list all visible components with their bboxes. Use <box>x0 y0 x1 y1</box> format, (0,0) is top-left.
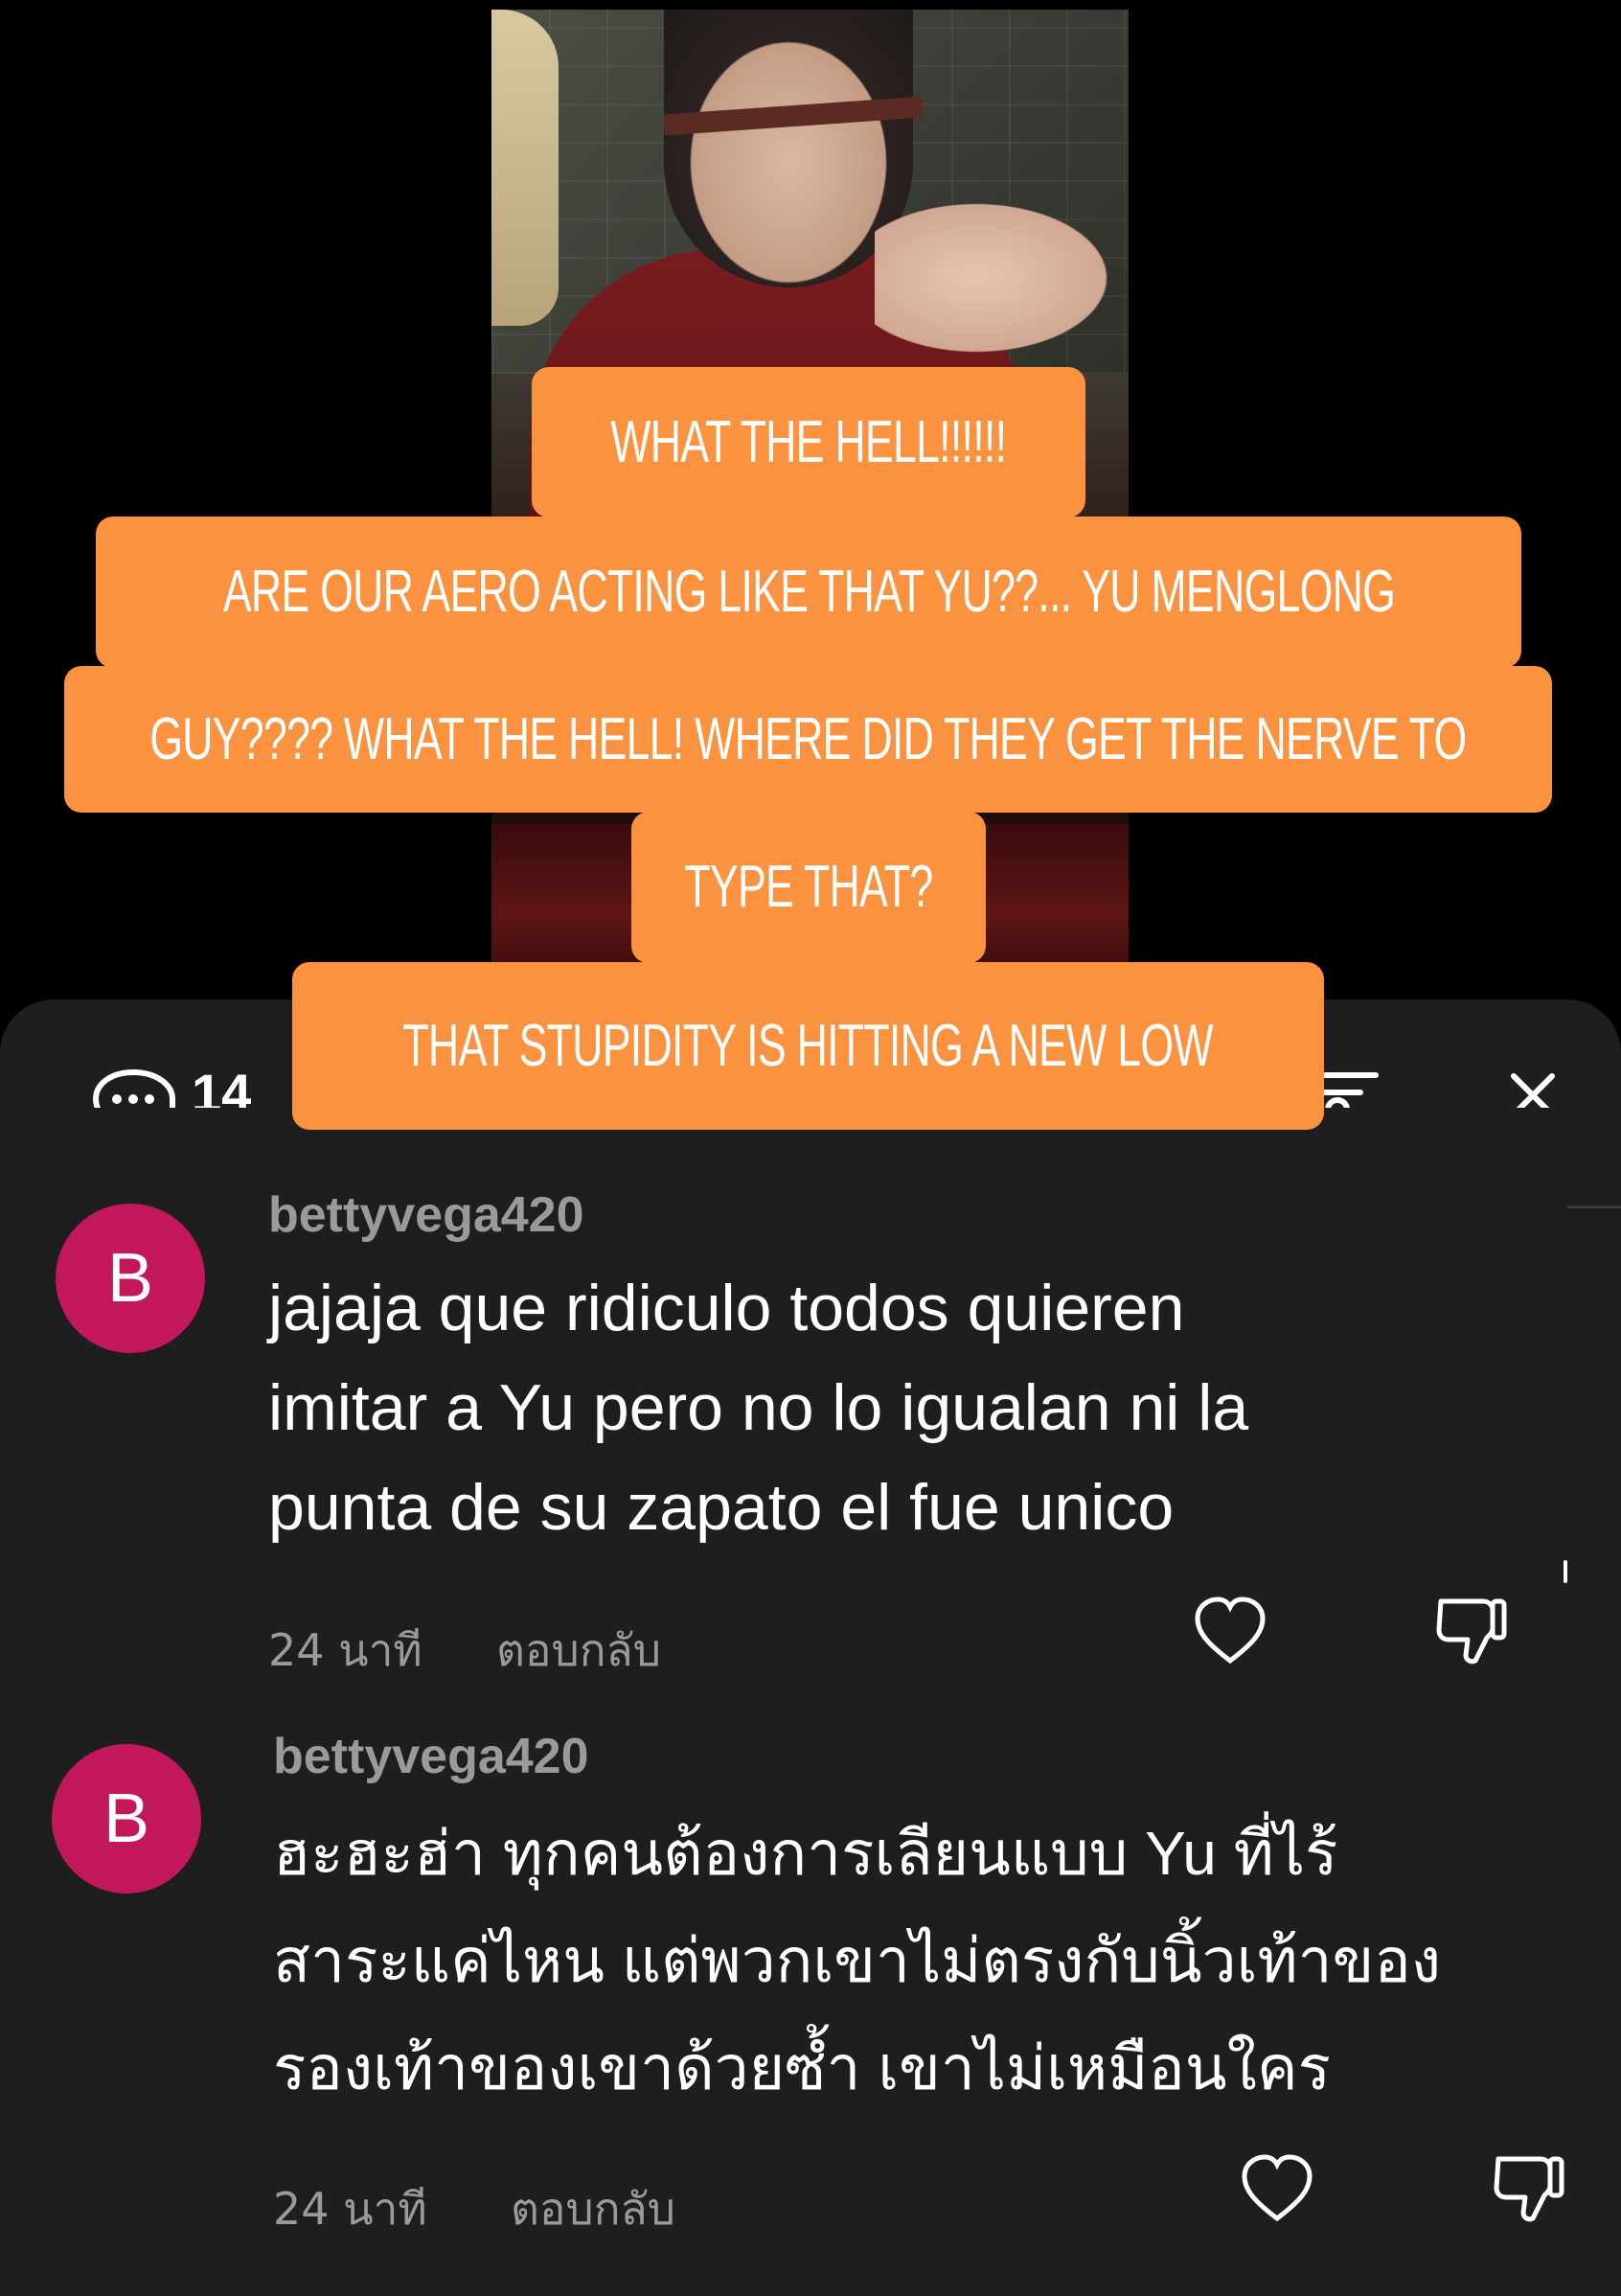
caption-text: WHAT THE HELL!!!!!! <box>610 408 1008 475</box>
like-icon[interactable] <box>1192 1594 1268 1666</box>
comment-time: 24 นาที <box>268 1624 422 1676</box>
caption-line-1: WHAT THE HELL!!!!!! <box>532 367 1085 517</box>
comment-username[interactable]: bettyvega420 <box>273 1728 589 1785</box>
caption-line-3: GUY???? WHAT THE HELL! WHERE DID THEY GE… <box>64 666 1552 813</box>
comment-time: 24 นาที <box>273 2183 427 2235</box>
caption-text: GUY???? WHAT THE HELL! WHERE DID THEY GE… <box>149 705 1467 772</box>
avatar[interactable]: B <box>56 1204 205 1353</box>
dislike-icon[interactable] <box>1491 2151 1567 2224</box>
comment-text: jajaja que ridiculo todos quieren imitar… <box>268 1272 1249 1544</box>
comment-text: ฮะฮะฮ่า ทุกคนต้องการเลียนแบบ Yu ที่ไร้ ส… <box>273 1819 1442 2102</box>
video-figure-hair <box>491 10 559 326</box>
caption-text: TYPE THAT? <box>684 854 933 920</box>
caption-line-2: ARE OUR AERO ACTING LIKE THAT YU??... YU… <box>96 517 1521 668</box>
caption-text: THAT STUPIDITY IS HITTING A NEW LOW <box>402 1012 1214 1079</box>
avatar[interactable]: B <box>52 1744 201 1894</box>
caption-text: ARE OUR AERO ACTING LIKE THAT YU??... YU… <box>222 559 1395 625</box>
comment-username[interactable]: bettyvega420 <box>268 1186 584 1244</box>
caption-line-4: TYPE THAT? <box>631 812 986 963</box>
scroll-indicator[interactable] <box>1564 1560 1567 1583</box>
like-icon[interactable] <box>1239 2151 1315 2224</box>
dislike-icon[interactable] <box>1433 1594 1510 1666</box>
comments-sheet: 14 B bettyvega420 jajaja que ridiculo to… <box>0 999 1621 2296</box>
reply-button[interactable]: ตอบกลับ <box>511 2174 675 2244</box>
caption-line-5: THAT STUPIDITY IS HITTING A NEW LOW <box>292 962 1324 1130</box>
video-figure-hands <box>875 192 1129 364</box>
reply-button[interactable]: ตอบกลับ <box>496 1616 661 1686</box>
divider <box>1567 1205 1621 1208</box>
